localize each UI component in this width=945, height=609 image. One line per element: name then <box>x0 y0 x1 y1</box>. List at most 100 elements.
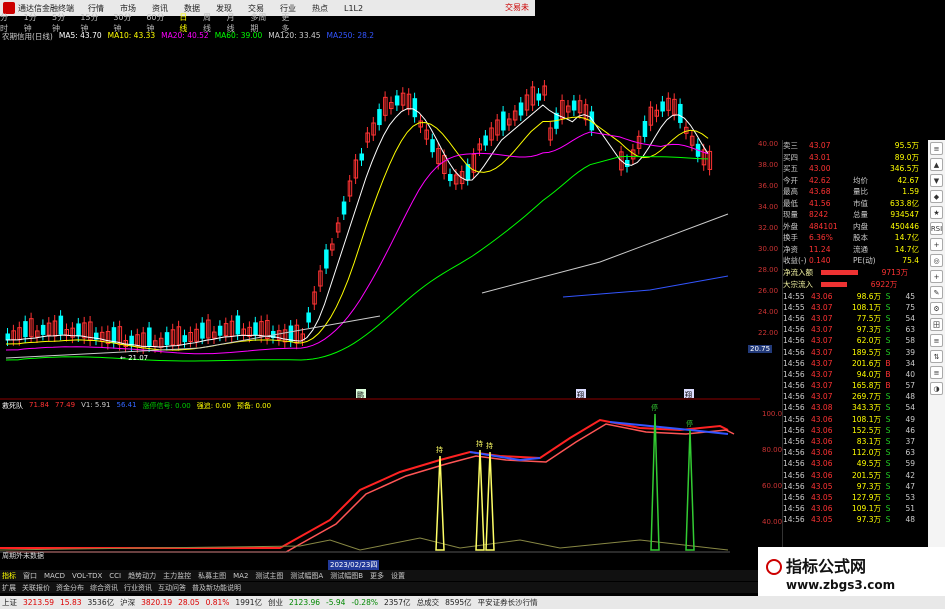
candle-body <box>571 100 577 111</box>
indicator-tab[interactable]: 窗口 <box>23 571 37 581</box>
indicator-tab[interactable]: 更多 <box>370 571 384 581</box>
toolbar-button-icon[interactable]: ⚙ <box>930 302 943 315</box>
tick-price: 43.07 <box>811 358 833 368</box>
tick-side: S <box>885 481 891 491</box>
toolbar-button-icon[interactable]: ◎ <box>930 254 943 267</box>
order-price: 43.07 <box>809 141 831 151</box>
extension-tab[interactable]: 普及新功能说明 <box>192 583 241 593</box>
tick-count: 75 <box>905 302 915 312</box>
extension-tab[interactable]: 互动问答 <box>158 583 186 593</box>
tick-side: S <box>885 459 891 469</box>
indicator-tab[interactable]: VOL-TDX <box>72 572 102 580</box>
toolbar-button-icon[interactable]: ◆ <box>930 190 943 203</box>
price-axis-tick: 34.00 <box>758 203 779 211</box>
tick-row: 14:56 43.07 165.8万 B 57 <box>783 380 927 391</box>
tick-row: 14:56 43.05 97.3万 S 48 <box>783 514 927 525</box>
toolbar-button-icon[interactable]: ≡ <box>930 334 943 347</box>
tick-count: 57 <box>905 381 915 391</box>
index-name[interactable]: 上证 <box>2 597 17 608</box>
index-name[interactable]: 沪深 <box>120 597 135 608</box>
side-toolbar: ≡ ▲ ▼ ◆ ★ RSI + ◎ + ✎ ⚙ 田 ≡ ⇅ ≡ ◑ <box>928 140 945 568</box>
ma-line <box>5 155 709 362</box>
tick-time: 14:56 <box>783 381 805 391</box>
stat-value: 41.56 <box>809 198 831 208</box>
index-change-pct: 0.81% <box>205 598 230 607</box>
extension-tab[interactable]: 综合资讯 <box>90 583 118 593</box>
toolbar-button-icon[interactable]: ★ <box>930 206 943 219</box>
index-name[interactable]: 创业 <box>268 597 283 608</box>
index-value: 3213.59 <box>23 598 55 607</box>
stat-row: 最低 41.56 市值 633.8亿 <box>783 198 927 210</box>
tick-count: 37 <box>905 437 915 447</box>
tick-volume: 98.6万 <box>856 291 881 301</box>
toolbar-button-icon[interactable]: ▼ <box>930 174 943 187</box>
subchart-axis-tick: 100.0 <box>762 410 783 418</box>
indicator-tab[interactable]: 测试幅图B <box>330 571 363 581</box>
extension-tab[interactable]: 资金分布 <box>56 583 84 593</box>
tick-volume: 109.1万 <box>852 504 881 514</box>
tick-price: 43.07 <box>811 325 833 335</box>
candle-body <box>359 153 364 161</box>
tick-price: 43.05 <box>811 481 833 491</box>
toolbar-button-icon[interactable]: ≡ <box>930 366 943 379</box>
indicator-tab[interactable]: CCI <box>109 572 121 580</box>
signal-spike <box>650 413 660 551</box>
tick-time: 14:56 <box>783 392 805 402</box>
tick-row: 14:56 43.07 62.0万 S 58 <box>783 335 927 346</box>
tick-volume: 77.5万 <box>856 313 881 323</box>
toolbar-button-icon[interactable]: + <box>930 238 943 251</box>
toolbar-button-icon[interactable]: RSI <box>930 222 943 235</box>
indicator-tab[interactable]: 私募主图 <box>198 571 226 581</box>
stat-value: 43.68 <box>809 187 831 197</box>
tick-row: 14:55 43.06 98.6万 S 45 <box>783 291 927 302</box>
stat-label: 市值 <box>853 198 868 208</box>
stat-value: 484101 <box>809 221 838 231</box>
indicator-tab[interactable]: 测试主图 <box>255 571 283 581</box>
toolbar-button-icon[interactable]: ✎ <box>930 286 943 299</box>
menu-item-l1l2[interactable]: L1L2 <box>344 4 363 13</box>
toolbar-button-icon[interactable]: ⇅ <box>930 350 943 363</box>
trade-status-label[interactable]: 交易未 <box>505 2 529 13</box>
index-value: 2123.96 <box>289 598 321 607</box>
extension-tab[interactable]: 行业资讯 <box>124 583 152 593</box>
tick-count: 49 <box>905 414 915 424</box>
tick-time: 14:56 <box>783 492 805 502</box>
fund-flow-row: 大宗流入 6922万 <box>783 279 927 291</box>
toolbar-button-icon[interactable]: + <box>930 270 943 283</box>
indicator-tab[interactable]: 趋势动力 <box>128 571 156 581</box>
indicator-tab-bar: 指标 窗口 MACD VOL-TDX CCI 趋势动力 主力监控 私募主图 MA2 测试主图 测试幅… <box>0 570 760 581</box>
tick-time: 14:56 <box>783 369 805 379</box>
tick-volume: 112.0万 <box>852 448 881 458</box>
candle-body <box>76 323 81 337</box>
indicator-tab[interactable]: MACD <box>44 572 65 580</box>
toolbar-button-icon[interactable]: ◑ <box>930 382 943 395</box>
menu-item-hotspot[interactable]: 热点 <box>312 3 328 14</box>
indicator-tab[interactable]: 主力监控 <box>163 571 191 581</box>
toolbar-button-icon[interactable]: 田 <box>930 318 943 331</box>
order-book-row: 买五 43.00 346.5万 <box>783 163 927 175</box>
tick-row: 14:56 43.07 97.3万 S 63 <box>783 324 927 335</box>
tick-volume: 201.5万 <box>852 470 881 480</box>
toolbar-button-icon[interactable]: ≡ <box>930 142 943 155</box>
indicator-chart[interactable]: 持持 持停停 <box>0 400 760 570</box>
indicator-tab[interactable]: 测试幅图A <box>290 571 323 581</box>
index-change: 28.05 <box>178 598 200 607</box>
signal-label: 持 <box>486 441 493 450</box>
order-label: 买五 <box>783 164 798 174</box>
toolbar-button-icon[interactable]: ▲ <box>930 158 943 171</box>
indicator-tab[interactable]: 设置 <box>391 571 405 581</box>
extension-tab[interactable]: 扩展 <box>2 583 16 593</box>
indicator-tab[interactable]: MA2 <box>233 572 248 580</box>
subchart-note: 周期外未数据 <box>2 552 44 560</box>
tick-side: S <box>885 515 891 525</box>
extension-tab[interactable]: 关联报价 <box>22 583 50 593</box>
subchart-axis: 100.080.0060.0040.0020.00 <box>760 410 782 570</box>
tick-price: 43.05 <box>811 515 833 525</box>
index-value: 3820.19 <box>141 598 173 607</box>
candlestick-chart[interactable]: ← 21.07 鹏 翔 翔 <box>0 40 760 400</box>
index-amount: 3536亿 <box>87 598 115 607</box>
tick-count: 47 <box>905 481 915 491</box>
stat-label: 股本 <box>853 233 868 243</box>
indicator-tab[interactable]: 指标 <box>2 571 16 581</box>
tick-side: S <box>885 448 891 458</box>
